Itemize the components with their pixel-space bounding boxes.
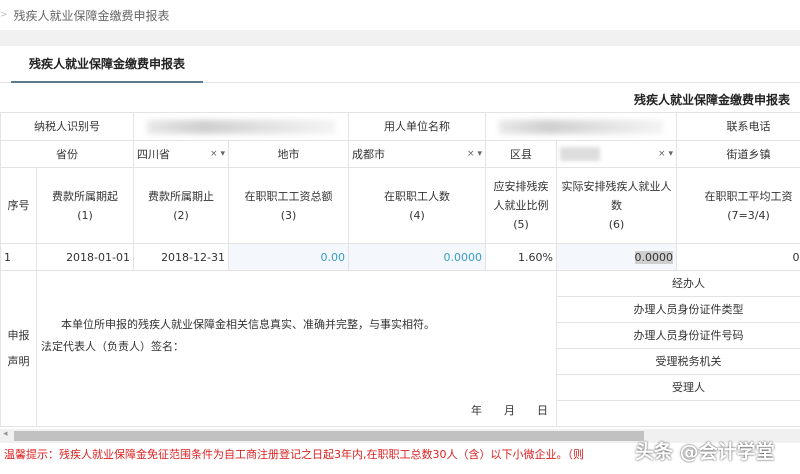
id-type-label: 办理人员身份证件类型	[556, 296, 800, 323]
employer-name-value	[485, 112, 677, 141]
scroll-left-icon[interactable]: ◂	[3, 429, 8, 439]
signature-label: 法定代表人（负责人）签名：	[41, 340, 184, 353]
district-value	[560, 147, 600, 161]
district-select[interactable]: × ▾	[556, 140, 677, 168]
row-start: 2018-01-01	[36, 243, 134, 271]
staff-count-input[interactable]: 0.0000	[348, 243, 486, 271]
province-label: 省份	[0, 140, 134, 168]
tax-authority-label: 受理税务机关	[556, 348, 800, 375]
wage-total-input[interactable]: 0.00	[228, 243, 349, 271]
declaration-statement: 本单位所申报的残疾人就业保障金相关信息真实、准确并完整，与事实相符。	[61, 318, 435, 331]
province-select[interactable]: 四川省 × ▾	[133, 140, 229, 168]
city-select[interactable]: 成都市 × ▾	[348, 140, 486, 168]
declaration-text: 本单位所申报的残疾人就业保障金相关信息真实、准确并完整，与事实相符。 法定代表人…	[36, 270, 557, 427]
province-value: 四川省	[137, 147, 170, 161]
row-no: 1	[0, 243, 37, 271]
tab-disability-fund[interactable]: 残疾人就业保障金缴费申报表	[11, 46, 203, 83]
declaration-side-label: 申报声明	[0, 270, 37, 427]
city-value: 成都市	[352, 147, 385, 161]
receiver-label: 受理人	[556, 374, 800, 401]
row-ratio: 1.60%	[485, 243, 557, 271]
taxpayer-id-value	[133, 112, 349, 141]
column-header-no: 序号	[0, 167, 37, 244]
district-label: 区县	[485, 140, 557, 168]
form-title: 残疾人就业保障金缴费申报表	[633, 93, 790, 107]
id-number-label: 办理人员身份证件号码	[556, 322, 800, 349]
table-row: 1 2018-01-01 2018-12-31 0.00 0.0000 1.60…	[0, 243, 800, 271]
chevron-down-icon[interactable]: ▾	[668, 149, 673, 159]
divider	[0, 30, 800, 46]
breadcrumb-title: 残疾人就业保障金缴费申报表	[13, 8, 170, 23]
row-avg-wage: 0.00	[676, 243, 800, 271]
breadcrumb: > 残疾人就业保障金缴费申报表	[0, 0, 800, 30]
taxpayer-id-label: 纳税人识别号	[0, 112, 134, 141]
clear-icon[interactable]: ×	[658, 149, 666, 159]
handler-label: 经办人	[556, 270, 800, 297]
column-header-end: 费款所属期止 (2)	[133, 167, 229, 244]
blank-cell	[556, 400, 800, 427]
warning-tip: 温馨提示：残疾人就业保障金免征范围条件为自工商注册登记之日起3年内,在职职工总数…	[4, 448, 584, 461]
column-header-wage-total: 在职职工工资总额 (3)	[228, 167, 349, 244]
column-header-actual: 实际安排残疾人就业人数 (6)	[556, 167, 677, 244]
clear-icon[interactable]: ×	[467, 149, 475, 159]
scroll-thumb[interactable]	[14, 431, 644, 441]
watermark: 头条 @会计学堂	[635, 441, 775, 463]
tab-bar: 残疾人就业保障金缴费申报表	[0, 46, 800, 83]
column-header-staff-count: 在职职工人数 (4)	[348, 167, 486, 244]
column-header-avg-wage: 在职职工平均工资 (7=3/4)	[676, 167, 800, 244]
chevron-right-icon: >	[0, 10, 8, 20]
actual-input[interactable]: 0.0000	[556, 243, 677, 271]
street-label: 街道乡镇	[676, 140, 800, 168]
row-end: 2018-12-31	[133, 243, 229, 271]
clear-icon[interactable]: ×	[210, 149, 218, 159]
phone-label: 联系电话	[676, 112, 800, 141]
employer-name-label: 用人单位名称	[348, 112, 486, 141]
city-label: 地市	[228, 140, 349, 168]
chevron-down-icon[interactable]: ▾	[477, 149, 482, 159]
column-header-start: 费款所属期起 (1)	[36, 167, 134, 244]
declaration-form: 纳税人识别号 用人单位名称 联系电话 省份 四川省 × ▾ 地市 成都市 × ▾ 区…	[0, 112, 800, 427]
chevron-down-icon[interactable]: ▾	[220, 149, 225, 159]
column-header-ratio: 应安排残疾人就业比例 (5)	[485, 167, 557, 244]
